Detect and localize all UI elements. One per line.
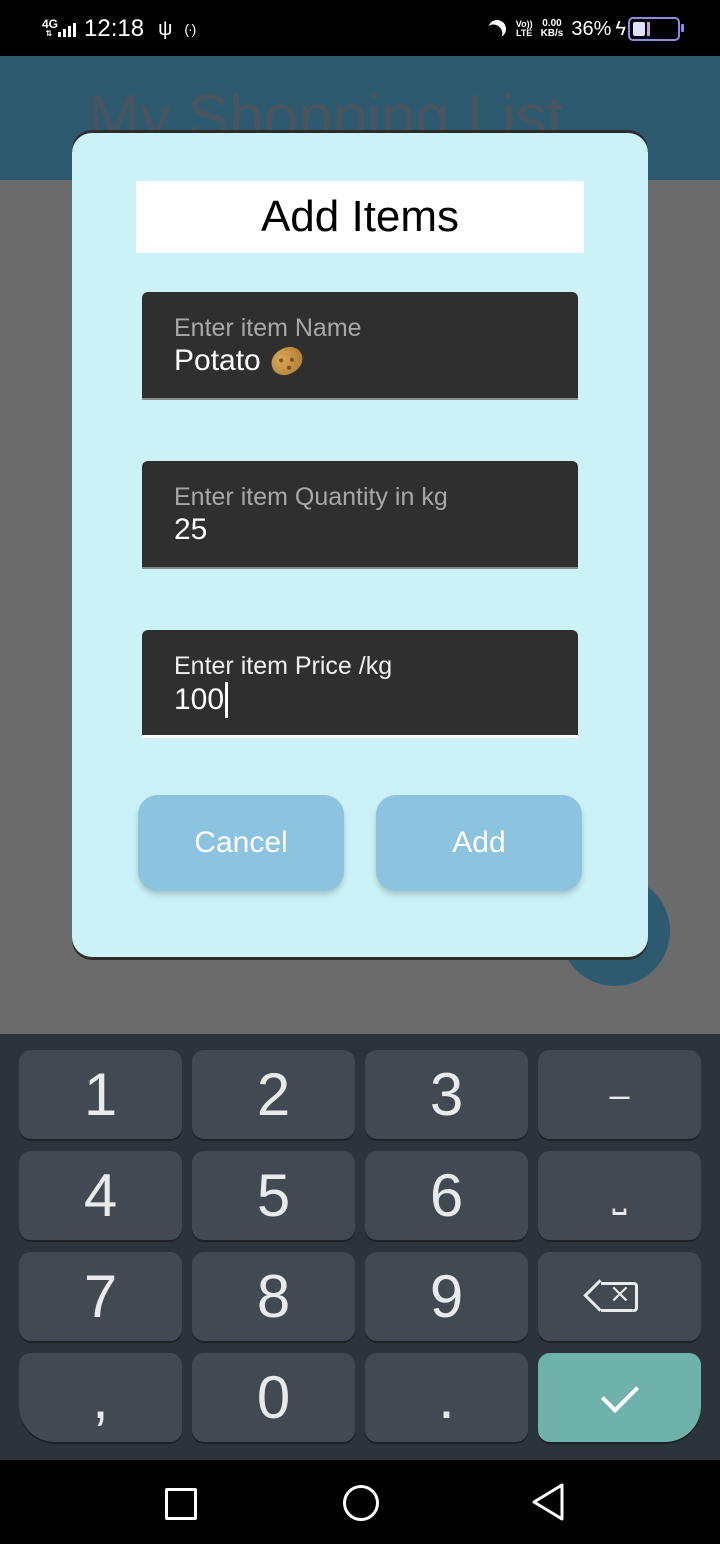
item-name-label: Enter item Name <box>174 314 362 342</box>
do-not-disturb-icon <box>485 17 508 40</box>
key-comma[interactable]: , <box>19 1353 182 1442</box>
dialog-title: Add Items <box>136 181 584 253</box>
key-5[interactable]: 5 <box>192 1151 355 1240</box>
recents-button[interactable] <box>165 1488 197 1520</box>
add-items-dialog: Add Items Enter item Name Potato Enter i… <box>72 133 648 957</box>
item-name-value: Potato <box>174 344 261 377</box>
hotspot-icon: (·) <box>184 21 196 37</box>
key-4[interactable]: 4 <box>19 1151 182 1240</box>
key-6[interactable]: 6 <box>365 1151 528 1240</box>
charging-icon: ϟ <box>615 17 626 40</box>
key-7[interactable]: 7 <box>19 1252 182 1341</box>
key-8[interactable]: 8 <box>192 1252 355 1341</box>
network-speed: 0.00 KB/s <box>540 18 564 39</box>
key-minus[interactable]: – <box>538 1050 701 1139</box>
home-button[interactable] <box>343 1485 379 1521</box>
item-price-value: 100 <box>174 683 225 716</box>
key-9[interactable]: 9 <box>365 1252 528 1341</box>
item-quantity-value: 25 <box>174 513 208 546</box>
item-quantity-input[interactable]: 25 <box>174 513 207 547</box>
key-2[interactable]: 2 <box>192 1050 355 1139</box>
battery-icon <box>628 17 684 41</box>
item-quantity-field[interactable]: Enter item Quantity in kg 25 <box>142 461 578 569</box>
backspace-icon: × <box>601 1279 638 1312</box>
item-quantity-label: Enter item Quantity in kg <box>174 483 448 511</box>
add-button[interactable]: Add <box>376 795 582 891</box>
key-space[interactable]: ⎵ <box>538 1151 701 1240</box>
item-name-field[interactable]: Enter item Name Potato <box>142 292 578 400</box>
key-backspace[interactable]: × <box>538 1252 701 1341</box>
navigation-bar <box>0 1460 720 1544</box>
item-price-label: Enter item Price /kg <box>174 652 393 680</box>
key-1[interactable]: 1 <box>19 1050 182 1139</box>
status-bar: 4G ⇅ 12:18 ψ (·) Vo)) LTE 0.00 KB/s 36% … <box>0 0 720 56</box>
back-button[interactable] <box>530 1482 566 1522</box>
text-cursor <box>225 682 229 718</box>
volte-icon: Vo)) LTE <box>515 19 533 38</box>
cancel-button[interactable]: Cancel <box>138 795 344 891</box>
network-type-icon: 4G ⇅ <box>42 17 59 38</box>
item-name-input[interactable]: Potato <box>174 342 307 380</box>
key-enter[interactable] <box>538 1353 701 1442</box>
battery-percent: 36% <box>571 17 612 40</box>
item-price-input[interactable]: 100 <box>174 682 229 718</box>
usb-icon: ψ <box>158 17 173 40</box>
check-icon <box>600 1374 639 1413</box>
key-3[interactable]: 3 <box>365 1050 528 1139</box>
potato-icon <box>266 342 307 380</box>
key-period[interactable]: . <box>365 1353 528 1442</box>
clock: 12:18 <box>84 15 145 42</box>
signal-strength-icon <box>58 21 76 37</box>
item-price-field[interactable]: Enter item Price /kg 100 <box>142 630 578 738</box>
key-0[interactable]: 0 <box>192 1353 355 1442</box>
numeric-keyboard: 1 2 3 – 4 5 6 ⎵ 7 8 9 × , 0 . <box>0 1034 720 1460</box>
